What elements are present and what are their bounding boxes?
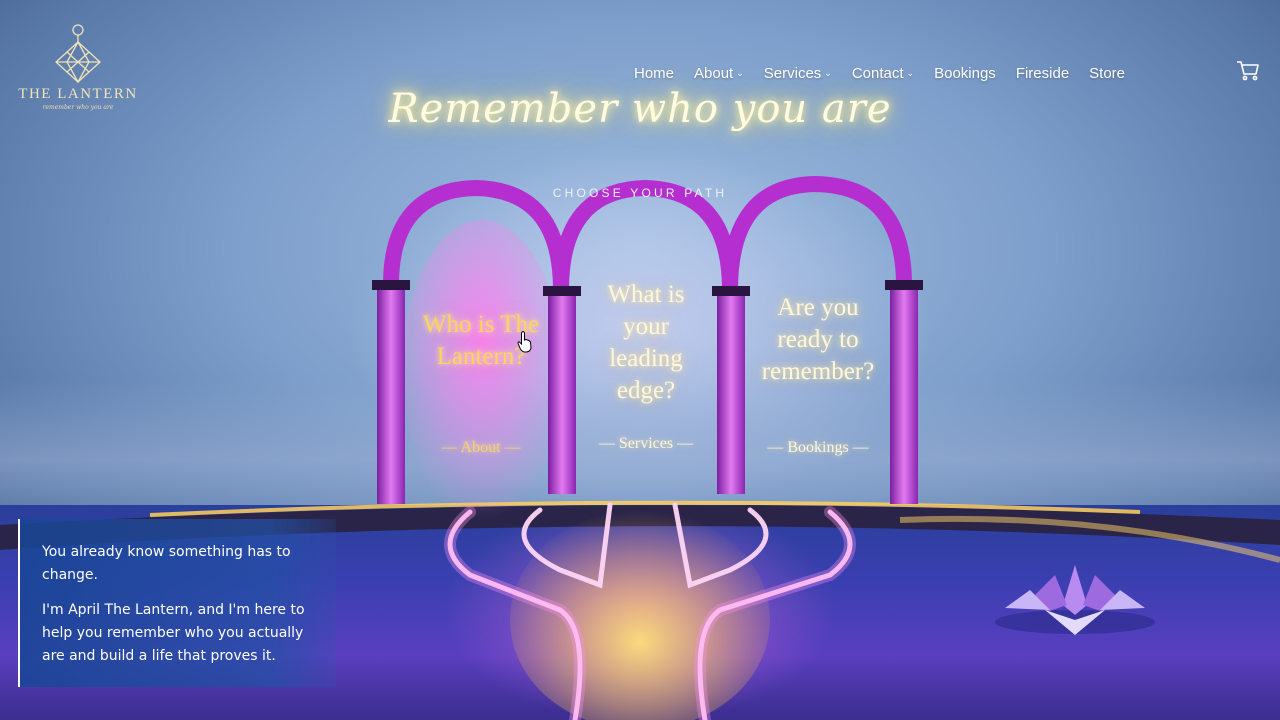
chevron-down-icon: ⌄: [906, 68, 915, 78]
cart-button[interactable]: [1236, 60, 1260, 82]
nav-services-label: Services: [763, 64, 822, 82]
nav-contact-label: Contact: [851, 64, 904, 82]
path-bookings-link[interactable]: — Bookings —: [748, 439, 888, 457]
intro-box: You already know something has to change…: [18, 519, 336, 687]
nav-bookings-label: Bookings: [934, 64, 996, 82]
path-services-title[interactable]: What is your leading edge?: [590, 279, 702, 407]
lotus-flower: [995, 565, 1155, 635]
intro-line-2: I'm April The Lantern, and I'm here to h…: [42, 602, 305, 664]
intro-line-1: You already know something has to change…: [42, 544, 291, 583]
lantern-logo-icon: [55, 24, 101, 84]
chevron-down-icon: ⌄: [736, 68, 744, 78]
nav-about-label: About: [694, 64, 734, 82]
nav-home[interactable]: Home: [624, 65, 684, 82]
brand-tagline: remember who you are: [42, 104, 114, 111]
brand-name: THE LANTERN: [18, 86, 138, 102]
hero-tagline: Remember who you are: [388, 86, 892, 132]
nav-fireside[interactable]: Fireside: [1006, 65, 1079, 82]
chevron-down-icon: ⌄: [824, 68, 832, 78]
nav-store[interactable]: Store: [1079, 65, 1135, 82]
hero-subtitle: CHOOSE YOUR PATH: [552, 186, 728, 200]
nav-home-label: Home: [634, 64, 675, 82]
nav-bookings[interactable]: Bookings: [924, 65, 1006, 82]
hand-cursor-icon: [517, 331, 532, 353]
nav-about[interactable]: About ⌄: [684, 65, 754, 82]
path-bookings-title[interactable]: Are you ready to remember?: [748, 292, 888, 388]
nav-store-label: Store: [1089, 64, 1126, 82]
path-services-link[interactable]: — Services —: [582, 435, 710, 453]
main-nav: Home About ⌄ Services ⌄ Contact ⌄ Bookings …: [624, 60, 1135, 86]
cart-icon: [1237, 61, 1259, 81]
path-about-link[interactable]: — About —: [420, 439, 542, 457]
nav-contact[interactable]: Contact ⌄: [842, 65, 924, 82]
nav-services[interactable]: Services ⌄: [754, 65, 842, 82]
brand-logo[interactable]: THE LANTERN remember who you are: [14, 22, 142, 117]
nav-fireside-label: Fireside: [1015, 64, 1070, 82]
